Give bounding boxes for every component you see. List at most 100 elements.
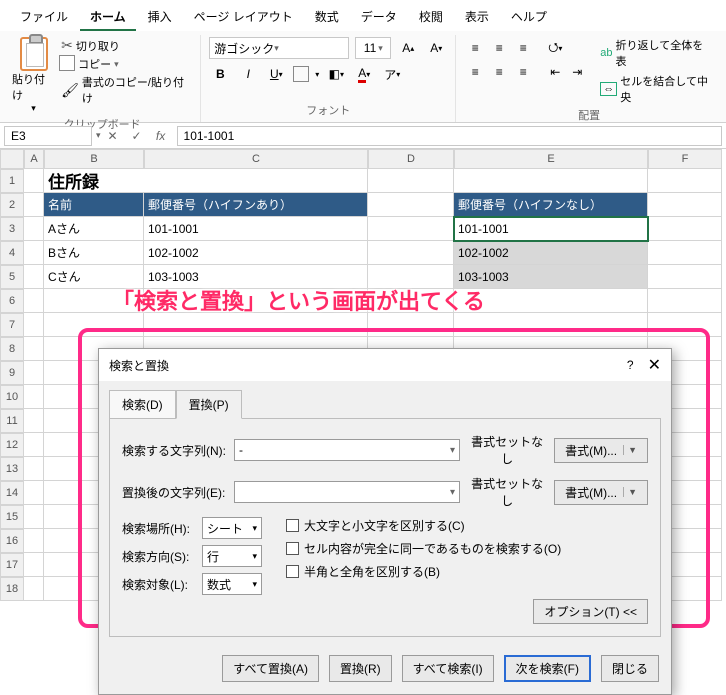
cell-selected[interactable]: 101-1001 — [454, 217, 648, 241]
name-box[interactable] — [4, 126, 92, 146]
row-header[interactable]: 2 — [0, 193, 24, 217]
row-header[interactable]: 16 — [0, 529, 24, 553]
shrink-font-button[interactable]: A▾ — [425, 37, 447, 59]
bold-button[interactable]: B — [209, 63, 231, 85]
cell[interactable] — [648, 193, 722, 217]
formula-input[interactable] — [177, 126, 722, 146]
cell-header-zip-nohyphen[interactable]: 郵便番号（ハイフンなし） — [454, 193, 648, 217]
cell[interactable] — [454, 289, 648, 313]
row-header[interactable]: 5 — [0, 265, 24, 289]
cell[interactable] — [648, 289, 722, 313]
cell[interactable]: 102-1002 — [144, 241, 368, 265]
cell[interactable] — [368, 169, 454, 193]
menu-insert[interactable]: 挿入 — [138, 4, 182, 31]
align-top-button[interactable]: ≡ — [464, 37, 486, 59]
row-header[interactable]: 8 — [0, 337, 24, 361]
font-color-button[interactable]: A▾ — [353, 63, 375, 85]
col-header[interactable]: D — [368, 149, 454, 169]
orientation-button[interactable]: ⭯▾ — [544, 37, 566, 59]
replace-with-input[interactable]: ▾ — [234, 481, 460, 503]
font-size-select[interactable]: 11▾ — [355, 37, 391, 59]
cell[interactable] — [24, 481, 44, 505]
cell[interactable] — [44, 289, 144, 313]
row-header[interactable]: 7 — [0, 313, 24, 337]
row-header[interactable]: 6 — [0, 289, 24, 313]
cell-title[interactable]: 住所録 — [44, 169, 144, 193]
cell[interactable] — [24, 409, 44, 433]
menu-review[interactable]: 校閲 — [409, 4, 453, 31]
cell[interactable] — [44, 313, 144, 337]
cell[interactable] — [24, 505, 44, 529]
menu-data[interactable]: データ — [351, 4, 407, 31]
replace-button[interactable]: 置換(R) — [329, 655, 392, 682]
find-all-button[interactable]: すべて検索(I) — [402, 655, 494, 682]
row-header[interactable]: 1 — [0, 169, 24, 193]
cell[interactable] — [24, 265, 44, 289]
border-button[interactable] — [293, 66, 309, 82]
row-header[interactable]: 12 — [0, 433, 24, 457]
cell[interactable]: Bさん — [44, 241, 144, 265]
match-case-checkbox[interactable]: 大文字と小文字を区別する(C) — [286, 517, 561, 534]
select-all-corner[interactable] — [0, 149, 24, 169]
find-next-button[interactable]: 次を検索(F) — [504, 655, 591, 682]
row-header[interactable]: 15 — [0, 505, 24, 529]
copy-button[interactable]: コピー ▾ — [61, 56, 192, 72]
menu-pagelayout[interactable]: ページ レイアウト — [184, 4, 303, 31]
cancel-edit-button[interactable]: ✕ — [101, 129, 125, 143]
tab-replace[interactable]: 置換(P) — [176, 390, 242, 419]
menu-formulas[interactable]: 数式 — [305, 4, 349, 31]
cell[interactable] — [24, 553, 44, 577]
cell[interactable] — [24, 529, 44, 553]
menu-help[interactable]: ヘルプ — [501, 4, 557, 31]
replace-all-button[interactable]: すべて置換(A) — [222, 655, 319, 682]
cell[interactable] — [144, 289, 368, 313]
cell[interactable] — [368, 217, 454, 241]
increase-indent-button[interactable]: ⇥ — [566, 61, 588, 83]
cell[interactable]: Cさん — [44, 265, 144, 289]
menu-view[interactable]: 表示 — [455, 4, 499, 31]
cell[interactable] — [648, 265, 722, 289]
wrap-text-button[interactable]: ab 折り返して全体を表 — [600, 37, 714, 69]
cell-header-name[interactable]: 名前 — [44, 193, 144, 217]
cell[interactable] — [368, 265, 454, 289]
cell[interactable] — [24, 457, 44, 481]
cell[interactable] — [24, 337, 44, 361]
cell[interactable] — [368, 289, 454, 313]
cell[interactable] — [24, 577, 44, 601]
col-header[interactable]: B — [44, 149, 144, 169]
cell[interactable] — [454, 169, 648, 193]
cell[interactable] — [648, 241, 722, 265]
match-entire-checkbox[interactable]: セル内容が完全に同一であるものを検索する(O) — [286, 540, 561, 557]
cell[interactable] — [24, 217, 44, 241]
row-header[interactable]: 13 — [0, 457, 24, 481]
menu-home[interactable]: ホーム — [80, 4, 136, 31]
row-header[interactable]: 3 — [0, 217, 24, 241]
tab-find[interactable]: 検索(D) — [109, 390, 176, 419]
cell[interactable] — [24, 193, 44, 217]
cell[interactable]: 101-1001 — [144, 217, 368, 241]
cell-header-zip-hyphen[interactable]: 郵便番号（ハイフンあり） — [144, 193, 368, 217]
options-toggle-button[interactable]: オプション(T) << — [533, 599, 648, 624]
col-header[interactable]: C — [144, 149, 368, 169]
find-what-input[interactable]: -▾ — [234, 439, 460, 461]
grow-font-button[interactable]: A▴ — [397, 37, 419, 59]
cell[interactable] — [368, 313, 454, 337]
cell[interactable] — [368, 241, 454, 265]
enter-edit-button[interactable]: ✓ — [125, 129, 149, 143]
row-header[interactable]: 18 — [0, 577, 24, 601]
cell[interactable] — [144, 169, 368, 193]
lookin-select[interactable]: 数式▾ — [202, 573, 262, 595]
cell[interactable] — [648, 169, 722, 193]
row-header[interactable]: 11 — [0, 409, 24, 433]
underline-button[interactable]: U▾ — [265, 63, 287, 85]
align-middle-button[interactable]: ≡ — [488, 37, 510, 59]
dialog-close-button[interactable]: ✕ — [648, 355, 661, 375]
scope-select[interactable]: シート▾ — [202, 517, 262, 539]
match-width-checkbox[interactable]: 半角と全角を区別する(B) — [286, 563, 561, 580]
cell[interactable] — [24, 169, 44, 193]
cell-selected[interactable]: 102-1002 — [454, 241, 648, 265]
col-header[interactable]: F — [648, 149, 722, 169]
dialog-help-button[interactable]: ? — [627, 358, 634, 372]
cell[interactable] — [24, 289, 44, 313]
merge-center-button[interactable]: ⇔ セルを結合して中央 — [600, 73, 714, 105]
